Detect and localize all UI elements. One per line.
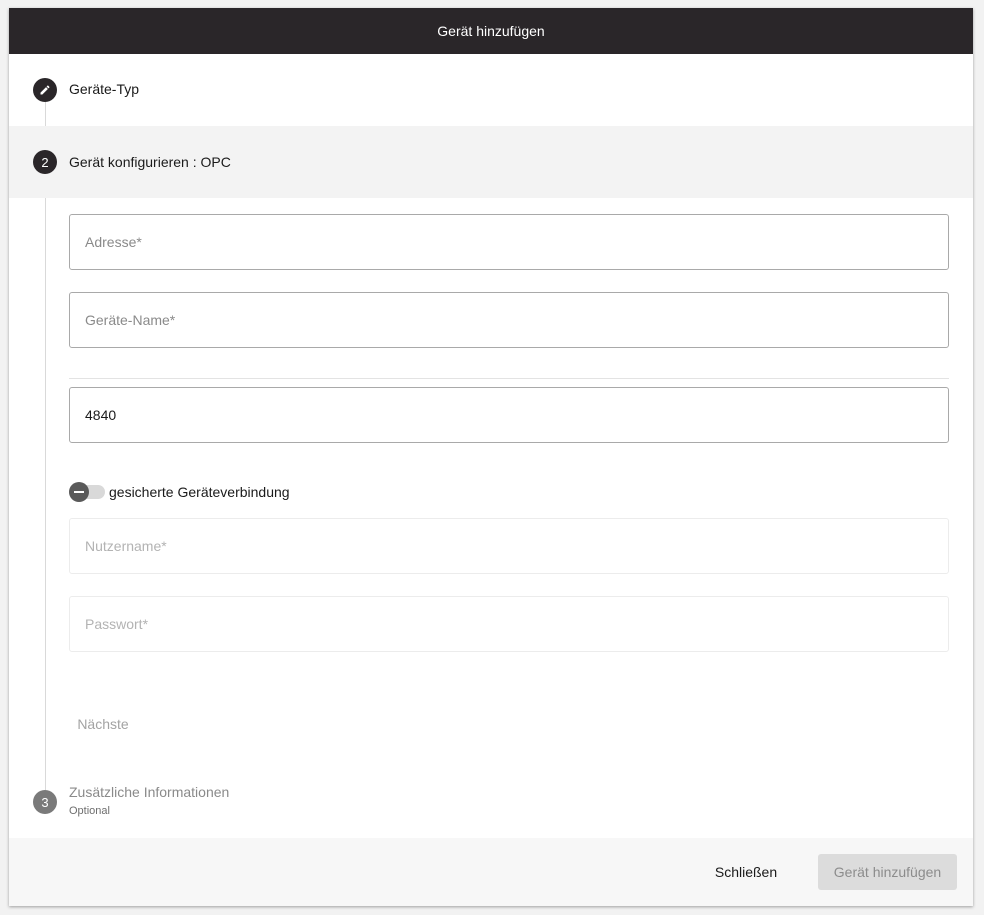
secure-connection-toggle-row[interactable]: gesicherte Geräteverbindung [69,482,290,502]
step-label: Zusätzliche Informationen [69,784,230,800]
toggle-thumb[interactable] [69,482,89,502]
step-device-type[interactable]: Geräte-Typ [9,54,973,126]
step-label: Geräte-Typ [69,81,140,97]
close-button[interactable]: Schließen [701,854,791,890]
secure-connection-label: gesicherte Geräteverbindung [109,484,290,500]
username-field [69,518,949,574]
next-button: Nächste [69,708,137,740]
add-device-dialog: Gerät hinzufügen Geräte-Typ 2 Gerät konf… [9,8,973,906]
stepper-connector [45,186,46,790]
port-field[interactable] [69,387,949,443]
minus-icon [74,491,84,493]
device-name-input[interactable] [70,293,948,347]
password-input [70,597,948,651]
dialog-title: Gerät hinzufügen [437,23,545,39]
username-input [70,519,948,573]
divider [69,378,949,379]
password-field [69,596,949,652]
dialog-footer: Schließen Gerät hinzufügen [9,838,973,906]
step-label: Gerät konfigurieren : OPC [69,154,231,170]
secure-connection-toggle[interactable] [69,482,105,502]
add-device-button: Gerät hinzufügen [818,854,957,890]
port-input[interactable] [70,388,948,442]
step-configure-device[interactable]: 2 Gerät konfigurieren : OPC [9,126,973,198]
pencil-icon [33,78,57,102]
step-additional-info[interactable]: 3 Zusätzliche Informationen Optional [9,778,973,838]
address-field[interactable] [69,214,949,270]
device-name-field[interactable] [69,292,949,348]
step-optional-label: Optional [69,805,110,817]
dialog-titlebar: Gerät hinzufügen [9,8,973,54]
step-number-badge: 3 [33,790,57,814]
address-input[interactable] [70,215,948,269]
step-number-badge: 2 [33,150,57,174]
